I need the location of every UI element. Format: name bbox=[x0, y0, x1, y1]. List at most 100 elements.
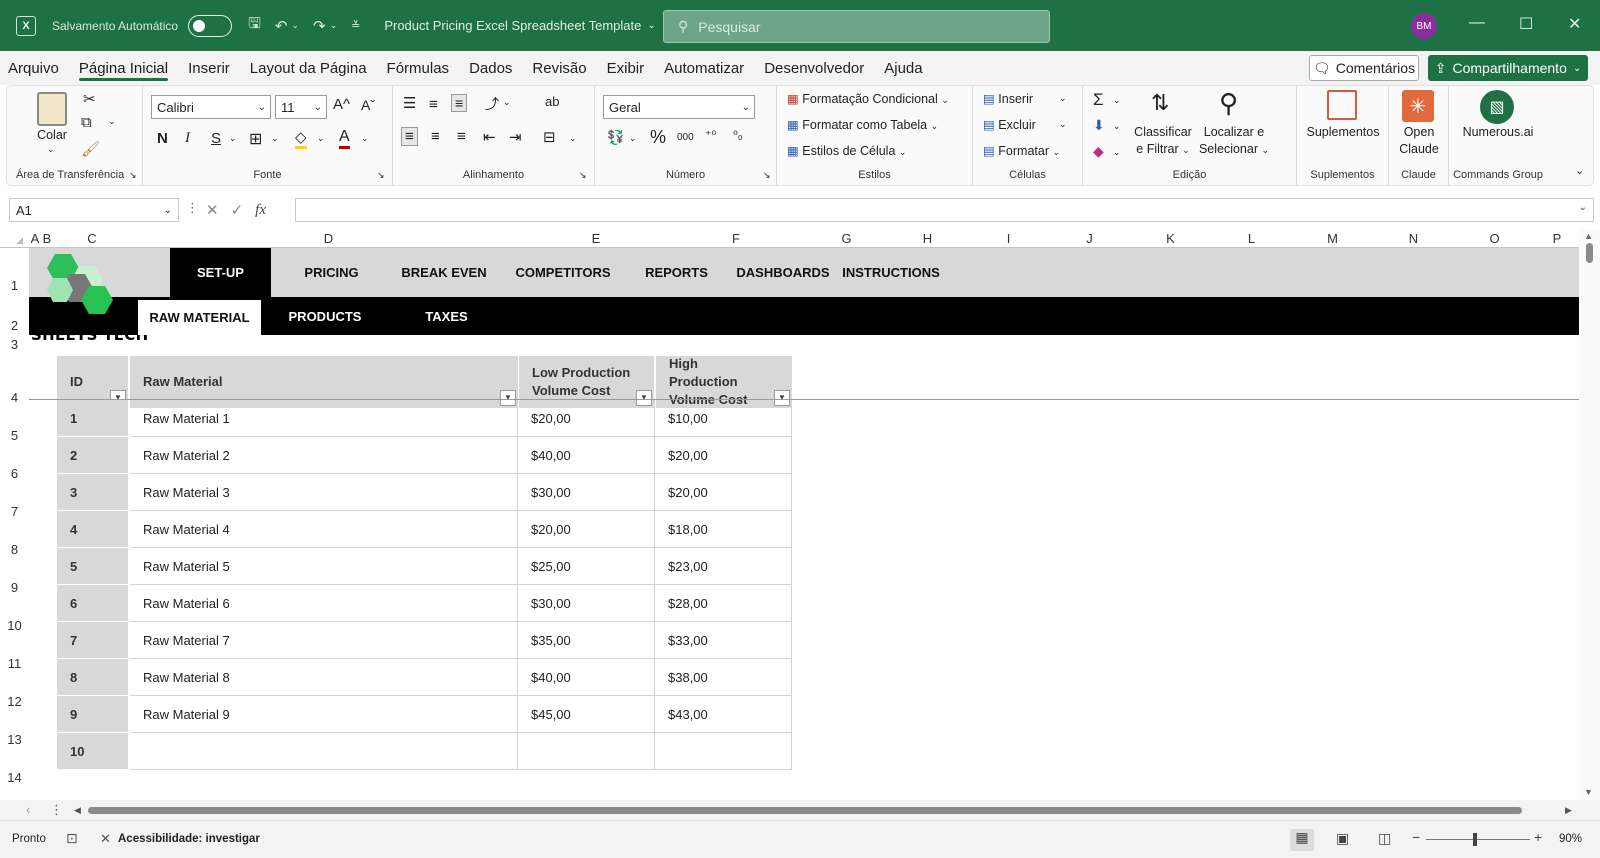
zoom-level[interactable]: 90% bbox=[1559, 833, 1582, 845]
horizontal-scrollbar[interactable]: ‹ ⋮ ◀ ▶ bbox=[0, 800, 1600, 820]
maximize-icon[interactable]: ☐ bbox=[1519, 14, 1533, 34]
bold-button[interactable]: N bbox=[157, 130, 168, 147]
cell-raw-material[interactable]: Raw Material 1 bbox=[130, 400, 518, 437]
paste-dropdown-icon[interactable]: ⌄ bbox=[47, 144, 55, 155]
merge-center-icon[interactable]: ⊟ bbox=[543, 128, 556, 146]
cell-high-cost[interactable]: $33,00 bbox=[655, 622, 792, 659]
numerous-button[interactable]: Numerous.ai bbox=[1449, 124, 1547, 141]
page-break-view-icon[interactable]: ◫ bbox=[1378, 830, 1391, 847]
decrease-font-icon[interactable]: Aˇ bbox=[361, 97, 375, 113]
zoom-in-icon[interactable]: + bbox=[1534, 829, 1542, 845]
nav-reports[interactable]: REPORTS bbox=[629, 248, 724, 297]
clipboard-launcher-icon[interactable]: ↘ bbox=[129, 170, 137, 181]
minimize-icon[interactable]: — bbox=[1469, 14, 1485, 32]
row-header[interactable]: 7 bbox=[0, 504, 29, 519]
column-header[interactable]: B bbox=[41, 229, 53, 248]
vertical-scroll-thumb[interactable] bbox=[1586, 243, 1593, 263]
align-center-icon[interactable]: ≡ bbox=[431, 128, 440, 145]
accessibility-status[interactable]: Acessibilidade: investigar bbox=[118, 833, 260, 845]
align-middle-icon[interactable]: ≡ bbox=[429, 96, 438, 113]
fill-color-icon[interactable]: ◇ bbox=[295, 128, 307, 149]
column-header[interactable]: O bbox=[1454, 229, 1535, 248]
align-left-icon[interactable]: ≡ bbox=[401, 127, 418, 146]
accounting-dropdown-icon[interactable]: ⌄ bbox=[629, 133, 637, 144]
undo-icon[interactable]: ↶ bbox=[275, 17, 288, 35]
cell-low-cost[interactable]: $25,00 bbox=[518, 548, 655, 585]
font-color-dropdown-icon[interactable]: ⌄ bbox=[361, 133, 369, 144]
number-launcher-icon[interactable]: ↘ bbox=[763, 170, 771, 181]
tab-formulas[interactable]: Fórmulas bbox=[377, 51, 460, 85]
addins-button[interactable]: Suplementos bbox=[1297, 124, 1389, 141]
clear-icon[interactable]: ◆ bbox=[1093, 143, 1104, 160]
tab-automatizar[interactable]: Automatizar bbox=[654, 51, 754, 85]
conditional-formatting-button[interactable]: ▦ Formatação Condicional ⌄ bbox=[787, 91, 949, 106]
number-format-select[interactable]: Geral ⌄ bbox=[603, 95, 755, 119]
autosum-dropdown-icon[interactable]: ⌄ bbox=[1113, 95, 1121, 106]
zoom-out-icon[interactable]: − bbox=[1412, 829, 1420, 845]
column-header[interactable]: M bbox=[1292, 229, 1373, 248]
align-bottom-icon[interactable]: ≡ bbox=[451, 94, 468, 112]
copy-icon[interactable]: ⧉ bbox=[81, 114, 92, 131]
autosum-icon[interactable]: Σ bbox=[1093, 90, 1104, 110]
row-header[interactable]: 10 bbox=[0, 618, 29, 633]
cell-high-cost[interactable]: $43,00 bbox=[655, 696, 792, 733]
clear-dropdown-icon[interactable]: ⌄ bbox=[1113, 147, 1121, 158]
horizontal-scroll-thumb[interactable] bbox=[88, 807, 1522, 814]
name-box[interactable]: A1 ⌄ bbox=[9, 198, 179, 222]
fill-color-dropdown-icon[interactable]: ⌄ bbox=[317, 133, 325, 144]
more-options-icon[interactable]: ⋮ bbox=[186, 200, 199, 216]
worksheet[interactable]: SHEETS TECH SET-UP PRICING BREAK EVEN CO… bbox=[29, 248, 1579, 800]
cell-id[interactable]: 9 bbox=[57, 696, 128, 733]
cell-low-cost[interactable]: $20,00 bbox=[518, 400, 655, 437]
avatar[interactable]: BM bbox=[1411, 13, 1437, 39]
cut-icon[interactable]: ✂ bbox=[83, 90, 96, 108]
column-header[interactable]: K bbox=[1130, 229, 1211, 248]
macro-record-icon[interactable]: ⊡ bbox=[66, 830, 78, 847]
tab-inserir[interactable]: Inserir bbox=[178, 51, 240, 85]
wrap-text-icon[interactable]: ab bbox=[545, 94, 559, 109]
cell-high-cost[interactable]: $20,00 bbox=[655, 474, 792, 511]
format-cells-button[interactable]: ▤ Formatar ⌄ bbox=[983, 143, 1060, 158]
column-header[interactable]: F bbox=[666, 229, 806, 248]
cell-low-cost[interactable]: $30,00 bbox=[518, 585, 655, 622]
nav-pricing[interactable]: PRICING bbox=[280, 248, 383, 297]
undo-dropdown-icon[interactable]: ⌄ bbox=[291, 20, 299, 31]
row-header[interactable]: 9 bbox=[0, 580, 29, 595]
cell-raw-material[interactable]: Raw Material 9 bbox=[130, 696, 518, 733]
zoom-slider[interactable] bbox=[1426, 839, 1530, 840]
fill-dropdown-icon[interactable]: ⌄ bbox=[1113, 121, 1121, 132]
percent-button[interactable]: % bbox=[650, 127, 666, 148]
subtab-raw-material[interactable]: RAW MATERIAL bbox=[138, 300, 261, 335]
font-name-select[interactable]: Calibri ⌄ bbox=[151, 95, 271, 119]
sort-filter-button[interactable]: Classificar e Filtrar ⌄ bbox=[1131, 124, 1195, 159]
paste-icon[interactable] bbox=[37, 92, 67, 126]
expand-formula-icon[interactable]: ⌄ bbox=[1579, 202, 1587, 213]
cell-low-cost[interactable]: $30,00 bbox=[518, 474, 655, 511]
cell-id[interactable]: 5 bbox=[57, 548, 128, 585]
orientation-icon[interactable]: ⤴ bbox=[485, 94, 499, 114]
redo-icon[interactable]: ↷ bbox=[313, 17, 326, 35]
cell-raw-material[interactable]: Raw Material 4 bbox=[130, 511, 518, 548]
column-header[interactable]: A bbox=[29, 229, 41, 248]
row-header[interactable]: 2 bbox=[0, 318, 29, 333]
cell-raw-material[interactable]: Raw Material 7 bbox=[130, 622, 518, 659]
row-header[interactable]: 5 bbox=[0, 428, 29, 443]
sheet-prev-icon[interactable]: ‹ bbox=[26, 802, 30, 817]
subtab-taxes[interactable]: TAXES bbox=[389, 297, 504, 335]
merge-dropdown-icon[interactable]: ⌄ bbox=[569, 133, 577, 144]
autosave-toggle[interactable] bbox=[188, 14, 233, 37]
cell-low-cost[interactable]: $35,00 bbox=[518, 622, 655, 659]
accounting-format-icon[interactable]: 💱 bbox=[607, 129, 624, 146]
share-button[interactable]: ⇪ Compartilhamento ⌄ bbox=[1428, 55, 1588, 81]
scroll-up-icon[interactable]: ▲ bbox=[1584, 231, 1593, 241]
cell-high-cost[interactable]: $38,00 bbox=[655, 659, 792, 696]
row-header[interactable]: 13 bbox=[0, 732, 29, 747]
delete-dropdown-icon[interactable]: ⌄ bbox=[1059, 119, 1067, 130]
tab-arquivo[interactable]: Arquivo bbox=[0, 51, 69, 85]
cell-raw-material[interactable]: Raw Material 6 bbox=[130, 585, 518, 622]
cell-high-cost[interactable]: $18,00 bbox=[655, 511, 792, 548]
numerous-icon[interactable]: ▧ bbox=[1480, 90, 1514, 124]
cell-styles-button[interactable]: ▦ Estilos de Célula ⌄ bbox=[787, 143, 906, 158]
find-select-icon[interactable]: ⚲ bbox=[1219, 88, 1238, 119]
row-header[interactable]: 14 bbox=[0, 770, 29, 785]
